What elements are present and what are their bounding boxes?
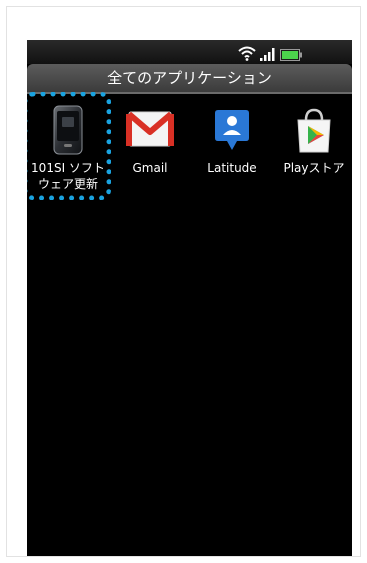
status-bar [27, 40, 352, 64]
app-label: Latitude [207, 161, 257, 175]
page-title: 全てのアプリケーション [27, 64, 352, 92]
selection-highlight [27, 92, 111, 200]
app-label: Playストア [283, 161, 345, 175]
wifi-icon [238, 46, 256, 61]
status-icons [238, 43, 302, 61]
phone-screen: 全てのアプリケーション 101SI ソフト ウェア更新 Gmail Latitu… [27, 40, 352, 556]
signal-icon [260, 48, 275, 61]
battery-icon [280, 49, 302, 61]
play-store-icon [297, 108, 331, 153]
app-play-store[interactable]: Playストア [273, 98, 352, 208]
app-grid: 101SI ソフト ウェア更新 Gmail Latitude Playストア [27, 92, 352, 218]
latitude-icon [215, 110, 249, 150]
app-label: Gmail [132, 161, 168, 175]
app-101si-software-update[interactable]: 101SI ソフト ウェア更新 [27, 92, 111, 208]
app-latitude[interactable]: Latitude [191, 98, 273, 208]
gmail-icon [126, 111, 174, 147]
app-gmail[interactable]: Gmail [109, 98, 191, 208]
